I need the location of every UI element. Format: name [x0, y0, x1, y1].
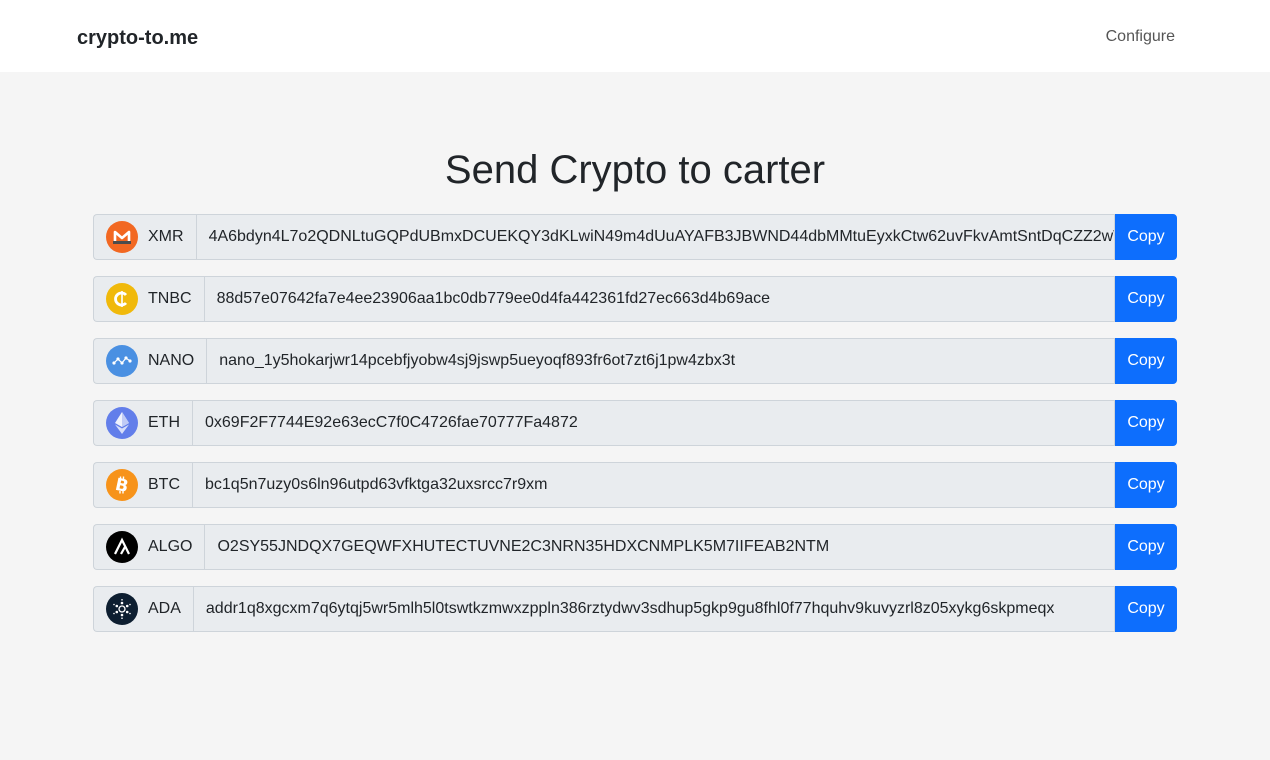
address-field[interactable]: O2SY55JNDQX7GEQWFXHUTECTUVNE2C3NRN35HDXC…	[204, 524, 1115, 570]
address-field[interactable]: bc1q5n7uzy0s6ln96utpd63vfktga32uxsrcc7r9…	[192, 462, 1115, 508]
copy-button[interactable]: Copy	[1115, 276, 1177, 322]
coin-label: ADA	[93, 586, 193, 632]
coin-row-algo: ALGO O2SY55JNDQX7GEQWFXHUTECTUVNE2C3NRN3…	[93, 524, 1177, 570]
monero-icon	[106, 221, 138, 253]
copy-button[interactable]: Copy	[1115, 524, 1177, 570]
coin-label: TNBC	[93, 276, 204, 322]
coin-ticker: NANO	[148, 352, 195, 369]
copy-button[interactable]: Copy	[1115, 400, 1177, 446]
copy-button[interactable]: Copy	[1115, 338, 1177, 384]
address-field[interactable]: 88d57e07642fa7e4ee23906aa1bc0db779ee0d4f…	[203, 276, 1115, 322]
configure-link[interactable]: Configure	[1106, 27, 1175, 47]
coin-ticker: ETH	[148, 414, 180, 431]
algorand-icon	[106, 531, 138, 563]
page-title: Send Crypto to carter	[444, 148, 826, 192]
address-field[interactable]: nano_1y5hokarjwr14pcebfjyobw4sj9jswp5uey…	[206, 338, 1115, 384]
copy-button[interactable]: Copy	[1115, 462, 1177, 508]
nano-icon	[106, 345, 138, 377]
coin-label: XMR	[93, 214, 196, 260]
address-field[interactable]: 4A6bdyn4L7o2QDNLtuGQPdUBmxDCUEKQY3dKLwiN…	[195, 214, 1115, 260]
thenewboston-icon	[106, 283, 138, 315]
coin-label: B BTC	[93, 462, 192, 508]
coin-row-btc: B BTC bc1q5n7uzy0s6ln96utpd63vfktga32uxs…	[93, 462, 1177, 508]
coin-row-ada: ADA addr1q8xgcxm7q6ytqj5wr5mlh5l0tswtkzm…	[93, 586, 1177, 632]
navbar: crypto-to.me Configure	[0, 0, 1270, 72]
coin-ticker: ALGO	[148, 538, 193, 555]
coin-ticker: XMR	[148, 228, 184, 245]
copy-button[interactable]: Copy	[1115, 586, 1177, 632]
address-field[interactable]: addr1q8xgcxm7q6ytqj5wr5mlh5l0tswtkzmwxzp…	[192, 586, 1115, 632]
coin-row-eth: ETH 0x69F2F7744E92e63ecC7f0C4726fae70777…	[93, 400, 1177, 446]
coin-ticker: BTC	[148, 476, 180, 493]
coin-label: NANO	[93, 338, 207, 384]
cardano-icon	[106, 593, 138, 625]
coin-label: ETH	[93, 400, 192, 446]
coin-row-xmr: XMR 4A6bdyn4L7o2QDNLtuGQPdUBmxDCUEKQY3dK…	[93, 214, 1177, 260]
svg-text:B: B	[113, 475, 130, 495]
bitcoin-icon: B	[106, 469, 138, 501]
coin-label: ALGO	[93, 524, 205, 570]
address-list: XMR 4A6bdyn4L7o2QDNLtuGQPdUBmxDCUEKQY3dK…	[93, 214, 1177, 648]
copy-button[interactable]: Copy	[1115, 214, 1177, 260]
brand-link[interactable]: crypto-to.me	[77, 26, 198, 50]
ethereum-icon	[106, 407, 138, 439]
coin-row-tnbc: TNBC 88d57e07642fa7e4ee23906aa1bc0db779e…	[93, 276, 1177, 322]
coin-row-nano: NANO nano_1y5hokarjwr14pcebfjyobw4sj9jsw…	[93, 338, 1177, 384]
coin-ticker: TNBC	[148, 290, 192, 307]
coin-ticker: ADA	[148, 600, 181, 617]
address-field[interactable]: 0x69F2F7744E92e63ecC7f0C4726fae70777Fa48…	[192, 400, 1115, 446]
